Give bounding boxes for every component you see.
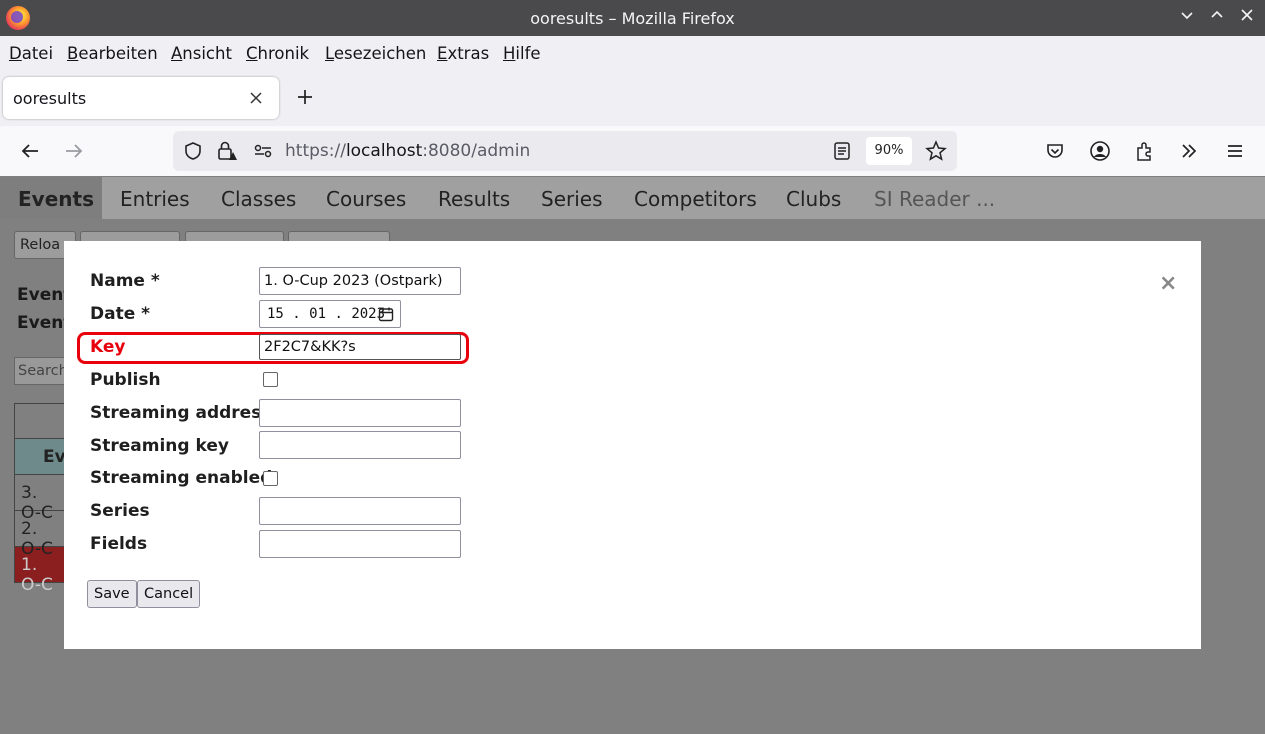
edit-event-dialog: × Name * Date * 15 . 01 . 2023 Key Publi… [64,241,1201,649]
nav-courses[interactable]: Courses [326,187,406,211]
back-arrow-icon[interactable] [18,139,42,163]
streaming-address-label: Streaming address [90,403,272,423]
url-bar[interactable]: https://localhost:8080/admin [173,131,957,171]
name-input[interactable] [259,267,461,295]
menu-datei[interactable]: Datei [9,44,53,63]
extensions-icon[interactable] [1133,139,1157,163]
publish-label: Publish [90,370,161,390]
date-day[interactable]: 15 [267,306,284,322]
tab-label: ooresults [13,89,87,108]
close-icon[interactable]: × [1159,271,1177,296]
series-input[interactable] [259,497,461,525]
hamburger-menu-icon[interactable] [1223,139,1247,163]
zoom-level-button[interactable]: 90% [866,137,912,165]
name-label: Name * [90,271,160,291]
fields-input[interactable] [259,530,461,558]
nav-results[interactable]: Results [438,187,510,211]
cancel-button[interactable]: Cancel [137,580,201,608]
window-title: ooresults – Mozilla Firefox [530,9,735,28]
account-icon[interactable] [1088,139,1112,163]
table-header-spacer [14,403,69,439]
reader-view-icon[interactable] [830,139,854,163]
tab-close-icon[interactable] [249,87,263,110]
menubar: Datei Bearbeiten Ansicht Chronik Lesezei… [0,36,1265,72]
window-titlebar: ooresults – Mozilla Firefox [0,0,1265,36]
nav-events[interactable]: Events [18,187,94,211]
lock-warning-icon[interactable] [215,139,239,163]
menu-extras[interactable]: Extras [437,44,489,63]
key-label: Key [90,337,126,357]
url-text[interactable]: https://localhost:8080/admin [285,141,530,161]
fields-label: Fields [90,534,148,554]
menu-chronik[interactable]: Chronik [246,44,309,63]
pocket-icon[interactable] [1043,139,1067,163]
streaming-enabled-label: Streaming enabled [90,468,273,488]
events-table: Eve 3. O-C 2. O-C 1. O-C [14,403,77,595]
table-row[interactable]: 3. O-C [14,475,69,523]
app-nav: Events Entries Classes Courses Results S… [0,177,1265,219]
menu-hilfe[interactable]: Hilfe [503,44,541,63]
permissions-icon[interactable] [251,139,275,163]
nav-clubs[interactable]: Clubs [786,187,841,211]
menu-bearbeiten[interactable]: Bearbeiten [67,44,158,63]
streaming-address-input[interactable] [259,399,461,427]
minimize-icon[interactable] [1177,7,1197,27]
nav-classes[interactable]: Classes [221,187,296,211]
nav-si-reader[interactable]: SI Reader ... [874,187,995,211]
maximize-icon[interactable] [1207,7,1227,27]
nav-series[interactable]: Series [541,187,603,211]
tab-strip: ooresults [0,72,1265,172]
menu-lesezeichen[interactable]: Lesezeichen [325,44,426,63]
publish-checkbox[interactable] [263,372,278,387]
date-month[interactable]: 01 [309,306,326,322]
streaming-enabled-checkbox[interactable] [263,471,278,486]
nav-competitors[interactable]: Competitors [634,187,757,211]
date-label: Date * [90,304,151,324]
bookmark-star-icon[interactable] [924,139,948,163]
streaming-key-input[interactable] [259,431,461,459]
key-input[interactable] [259,334,461,360]
new-tab-icon[interactable] [296,84,314,112]
series-label: Series [90,501,150,521]
table-header: Eve [14,439,77,475]
calendar-icon[interactable] [378,306,394,322]
streaming-key-label: Streaming key [90,436,229,456]
more-tools-icon[interactable] [1177,139,1201,163]
tab-ooresults[interactable]: ooresults [3,77,279,119]
close-window-icon[interactable] [1237,7,1257,27]
date-input[interactable]: 15 . 01 . 2023 [259,300,401,328]
save-button[interactable]: Save [87,580,137,608]
nav-entries[interactable]: Entries [120,187,190,211]
menu-ansicht[interactable]: Ansicht [171,44,232,63]
shield-icon[interactable] [181,139,205,163]
forward-arrow-icon[interactable] [62,139,86,163]
